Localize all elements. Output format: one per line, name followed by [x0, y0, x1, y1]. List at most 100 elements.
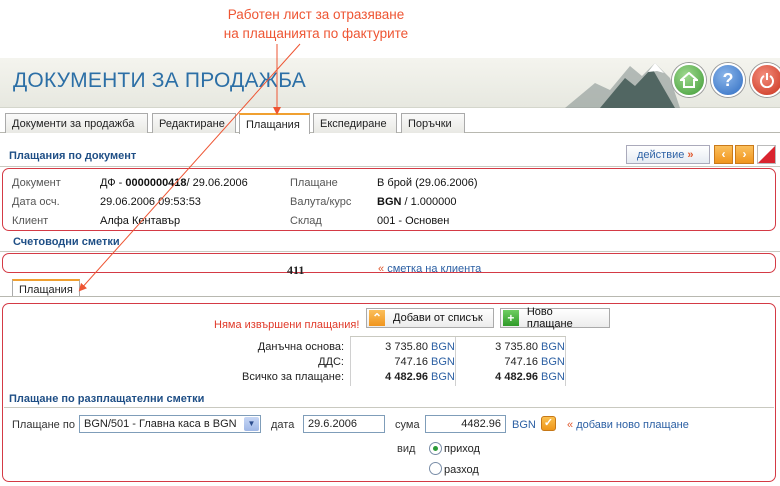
add-new-payment-label: добави ново плащане	[576, 419, 689, 431]
total-value-2: 4 482.96	[495, 371, 538, 383]
radio-expense-label: разход	[444, 464, 479, 476]
mountain-logo-icon	[565, 63, 680, 108]
client-value: Алфа Кентавър	[100, 215, 181, 227]
payment-label: Плащане	[290, 177, 338, 189]
plus-icon: +	[503, 310, 519, 326]
radio-income-label: приход	[444, 443, 480, 455]
client-label: Клиент	[12, 215, 49, 227]
add-new-payment-link[interactable]: « добави ново плащане	[567, 419, 689, 431]
total-value-1: 4 482.96	[385, 371, 428, 383]
pay-by-select[interactable]: BGN/501 - Главна каса в BGN ▼	[79, 415, 261, 433]
action-label: действие	[637, 149, 685, 161]
currency-code: BGN	[431, 356, 455, 368]
currency-rate: / 1.000000	[401, 196, 457, 208]
new-payment-button[interactable]: + Ново плащане	[500, 306, 610, 330]
divider	[455, 336, 456, 386]
tax-date-label: Дата осч.	[12, 196, 60, 208]
warehouse-value: 001 - Основен	[377, 215, 450, 227]
amount-currency: BGN	[512, 419, 536, 431]
radio-expense[interactable]	[429, 462, 442, 475]
divider	[0, 251, 780, 252]
annotation-callout: Работен лист за отразяване на плащанията…	[196, 5, 436, 43]
pay-by-value: BGN/501 - Главна каса в BGN	[84, 418, 237, 430]
currency-code: BGN	[541, 356, 565, 368]
tax-base-value-2: 3 735.80	[495, 341, 538, 353]
document-prefix: ДФ -	[100, 177, 126, 189]
currency-code: BGN	[431, 371, 455, 383]
date-input[interactable]: 29.6.2006	[303, 415, 385, 433]
amount-input[interactable]: 4482.96	[425, 415, 506, 433]
annotation-line-1: Работен лист за отразяване	[227, 7, 405, 22]
app-header: ДОКУМЕНТИ ЗА ПРОДАЖБА ?	[0, 58, 780, 108]
chevron-down-icon: ▼	[244, 417, 259, 431]
currency-code: BGN	[541, 341, 565, 353]
currency-label: Валута/курс	[290, 196, 352, 208]
amount-label: сума	[395, 419, 420, 431]
currency-code: BGN	[377, 196, 402, 208]
client-account-link[interactable]: « сметка на клиента	[378, 263, 481, 275]
tab-payments[interactable]: Плащания	[239, 113, 310, 134]
corner-flag-icon[interactable]	[757, 145, 776, 164]
vat-value-2: 747.16	[504, 356, 538, 368]
tab-shipping[interactable]: Експедиране	[313, 113, 397, 133]
tax-base-value-1: 3 735.80	[385, 341, 428, 353]
page-title: ДОКУМЕНТИ ЗА ПРОДАЖБА	[13, 69, 306, 92]
vat-value-1: 747.16	[394, 356, 428, 368]
tab-edit[interactable]: Редактиране	[152, 113, 236, 133]
tab-label: Експедиране	[320, 118, 387, 130]
total-label: Всичко за плащане:	[242, 371, 344, 383]
add-from-list-label: Добави от списък	[393, 312, 483, 324]
main-tabs: Документи за продажба Редактиране Плащан…	[0, 112, 780, 134]
tab-orders[interactable]: Поръчки	[401, 113, 465, 133]
divider	[4, 407, 774, 408]
document-value: ДФ - 0000000418/ 29.06.2006	[100, 177, 248, 189]
kind-label: вид	[397, 443, 416, 455]
divider	[565, 336, 566, 386]
client-account-label: сметка на клиента	[387, 263, 482, 275]
subtab-label: Плащания	[19, 284, 73, 296]
vat-label: ДДС:	[318, 356, 344, 368]
tax-date-value: 29.06.2006 09:53:53	[100, 196, 201, 208]
section-title-settlement: Плащане по разплащателни сметки	[9, 393, 205, 405]
currency-code: BGN	[431, 341, 455, 353]
add-from-list-button[interactable]: ⌃ Добави от списък	[366, 308, 494, 328]
home-icon[interactable]	[672, 63, 706, 97]
divider	[350, 336, 566, 337]
divider	[0, 296, 780, 297]
date-label: дата	[271, 419, 295, 431]
currency-code: BGN	[541, 371, 565, 383]
payment-value: В брой (29.06.2006)	[377, 177, 478, 189]
currency-value: BGN / 1.000000	[377, 196, 457, 208]
tab-label: Поръчки	[408, 118, 452, 130]
divider	[0, 166, 780, 167]
document-date: / 29.06.2006	[186, 177, 248, 189]
action-button[interactable]: действие »	[626, 145, 710, 164]
tab-label: Редактиране	[159, 118, 225, 130]
tab-label: Документи за продажба	[12, 118, 135, 130]
double-arrow-icon: »	[687, 149, 694, 161]
help-icon[interactable]: ?	[711, 63, 745, 97]
left-quote-icon: «	[378, 263, 385, 275]
tab-label: Плащания	[246, 119, 300, 131]
divider	[350, 336, 351, 386]
checkbox-confirm-icon[interactable]: ✓	[541, 416, 556, 431]
prev-arrow-icon[interactable]: ‹	[714, 145, 733, 164]
power-icon[interactable]	[750, 63, 780, 97]
new-payment-label: Ново плащане	[526, 306, 573, 330]
document-number: 0000000418	[125, 177, 187, 189]
next-arrow-icon[interactable]: ›	[735, 145, 754, 164]
section-title-payments-by-doc: Плащания по документ	[9, 150, 137, 162]
tax-base-label: Данъчна основа:	[257, 341, 344, 353]
document-label: Документ	[12, 177, 61, 189]
radio-income[interactable]	[429, 442, 442, 455]
pay-by-label: Плащане по	[12, 419, 75, 431]
warehouse-label: Склад	[290, 215, 322, 227]
left-quote-icon: «	[567, 419, 574, 431]
chevron-up-icon: ⌃	[369, 310, 385, 326]
tab-sales-documents[interactable]: Документи за продажба	[5, 113, 148, 133]
account-number: 411	[287, 263, 305, 277]
annotation-line-2: на плащанията по фактурите	[223, 26, 409, 41]
subtab-payments[interactable]: Плащания	[12, 279, 80, 297]
no-payments-message: Няма извършени плащания!	[214, 319, 360, 331]
section-title-accounts: Счетоводни сметки	[13, 236, 120, 248]
